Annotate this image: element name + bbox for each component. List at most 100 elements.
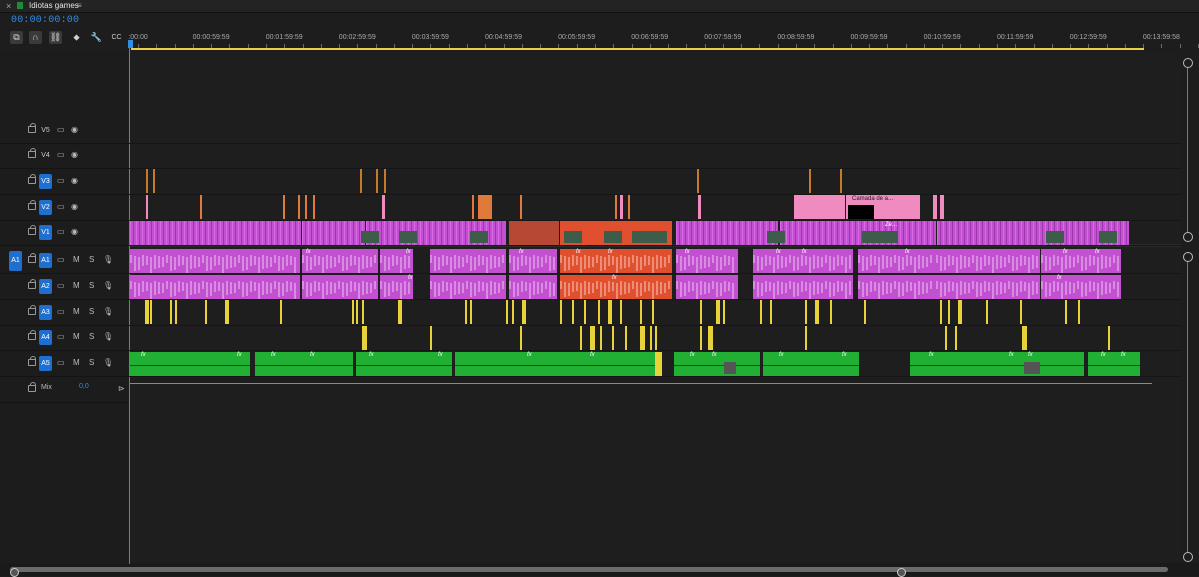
eye-icon[interactable]: ◉	[71, 202, 78, 212]
clip-v2-orange-slim[interactable]	[615, 195, 617, 219]
clip-a3-slim[interactable]	[465, 300, 467, 324]
clip-a4-slim[interactable]	[590, 326, 595, 350]
clip-v1-thumbnail[interactable]	[632, 231, 650, 243]
clip-a4-slim[interactable]	[708, 326, 713, 350]
clip-a4-slim[interactable]	[955, 326, 957, 350]
add-marker-icon[interactable]: ⬥	[70, 31, 83, 44]
sync-lock-icon[interactable]: ▭	[57, 227, 65, 237]
clip-a3-slim[interactable]	[716, 300, 720, 324]
eye-icon[interactable]: ◉	[71, 227, 78, 237]
solo-button[interactable]: S	[89, 358, 94, 368]
video-track-lane-v2[interactable]	[128, 195, 1181, 221]
nest-icon[interactable]: ⧉	[10, 31, 23, 44]
scroll-thumb[interactable]	[10, 567, 1168, 577]
work-area-bar[interactable]	[131, 48, 1144, 50]
mute-button[interactable]: M	[73, 358, 80, 368]
clip-v2-orange-slim[interactable]	[305, 195, 307, 219]
mute-button[interactable]: M	[73, 332, 80, 342]
clip-v2-slim[interactable]	[382, 195, 385, 219]
clip-v2-orange-slim[interactable]	[313, 195, 315, 219]
clip-v2-orange-slim[interactable]	[628, 195, 630, 219]
clip-a4-slim[interactable]	[520, 326, 522, 350]
clip-v2-orange-slim[interactable]	[472, 195, 474, 219]
clip-a5[interactable]	[130, 352, 250, 376]
solo-button[interactable]: S	[89, 281, 94, 291]
clip-a5[interactable]	[255, 352, 353, 376]
video-track-lane-v5[interactable]	[128, 118, 1181, 144]
clip-a2[interactable]	[676, 275, 738, 299]
clip-v3-slim[interactable]	[809, 169, 811, 193]
clip-a1[interactable]	[130, 249, 300, 273]
lock-icon[interactable]	[28, 305, 36, 315]
clip-a4-slim[interactable]	[1108, 326, 1110, 350]
sync-lock-icon[interactable]: ▭	[57, 202, 65, 212]
track-target-a3[interactable]: A3	[39, 305, 52, 320]
clip-a3-slim[interactable]	[584, 300, 586, 324]
sync-lock-icon[interactable]: ▭	[57, 332, 65, 342]
clip-v2-orange-slim[interactable]	[283, 195, 285, 219]
mute-button[interactable]: M	[73, 281, 80, 291]
clip-v1-thumbnail[interactable]	[862, 231, 880, 243]
lock-icon[interactable]	[28, 253, 36, 263]
voiceover-mic-icon[interactable]: 🎙	[103, 358, 113, 368]
clip-a3-slim[interactable]	[572, 300, 574, 324]
sync-lock-icon[interactable]: ▭	[57, 358, 65, 368]
clip-v2-orange-slim[interactable]	[520, 195, 522, 219]
clip-a3-slim[interactable]	[512, 300, 514, 324]
clip-a3-slim[interactable]	[522, 300, 526, 324]
clip-v3-slim[interactable]	[376, 169, 378, 193]
mute-button[interactable]: M	[73, 307, 80, 317]
clip-a4-slim[interactable]	[655, 326, 657, 350]
snap-magnet-icon[interactable]: ∩	[29, 31, 42, 44]
track-target-a4[interactable]: A4	[39, 330, 52, 345]
track-target-v4[interactable]: V4	[39, 148, 52, 163]
clip-a3-slim[interactable]	[640, 300, 642, 324]
clip-a3-slim[interactable]	[150, 300, 152, 324]
clip-a3-slim[interactable]	[608, 300, 612, 324]
clip-v1-thumbnail[interactable]	[604, 231, 622, 243]
captions-icon[interactable]: CC	[110, 31, 123, 44]
clip-a4-slim[interactable]	[580, 326, 582, 350]
voiceover-mic-icon[interactable]: 🎙	[103, 281, 113, 291]
tab-menu-icon[interactable]: ≡	[77, 0, 82, 12]
clip-a3-slim[interactable]	[175, 300, 177, 324]
track-target-v1[interactable]: V1	[39, 225, 52, 240]
eye-icon[interactable]: ◉	[71, 176, 78, 186]
clip-a4-slim[interactable]	[430, 326, 432, 350]
clip-a3-slim[interactable]	[145, 300, 149, 324]
clip-a5-transition2[interactable]	[1024, 362, 1040, 374]
sync-lock-icon[interactable]: ▭	[57, 255, 65, 265]
clip-a5-yellow[interactable]	[655, 352, 662, 376]
track-target-v5[interactable]: V5	[39, 123, 52, 138]
clip-a5[interactable]	[455, 352, 511, 376]
clip-a3-slim[interactable]	[356, 300, 358, 324]
clip-a3-slim[interactable]	[398, 300, 402, 324]
clip-a4-slim[interactable]	[362, 326, 367, 350]
sync-lock-icon[interactable]: ▭	[57, 150, 65, 160]
voiceover-mic-icon[interactable]: 🎙	[103, 332, 113, 342]
clip-a1[interactable]	[509, 249, 557, 273]
lock-icon[interactable]	[28, 382, 36, 392]
clip-a4-slim[interactable]	[600, 326, 602, 350]
clip-a5[interactable]	[674, 352, 760, 376]
clip-a3-slim[interactable]	[1065, 300, 1067, 324]
video-vertical-scrollbar[interactable]	[1182, 56, 1194, 242]
video-track-lane-v4[interactable]	[128, 143, 1181, 169]
clip-a3-slim[interactable]	[830, 300, 832, 324]
mix-end-icon[interactable]: ⊳	[118, 384, 125, 394]
clip-a4-slim[interactable]	[640, 326, 645, 350]
sync-lock-icon[interactable]: ▭	[57, 125, 65, 135]
clip-a3-slim[interactable]	[864, 300, 866, 324]
clip-a3-slim[interactable]	[225, 300, 229, 324]
clip-a4-slim[interactable]	[805, 326, 807, 350]
eye-icon[interactable]: ◉	[71, 150, 78, 160]
clip-a2[interactable]	[430, 275, 506, 299]
video-track-lane-v3[interactable]	[128, 169, 1181, 195]
playhead-handle[interactable]	[128, 40, 133, 48]
clip-a3-slim[interactable]	[770, 300, 772, 324]
sync-lock-icon[interactable]: ▭	[57, 176, 65, 186]
clip-v1-thumbnail[interactable]	[649, 231, 667, 243]
lock-icon[interactable]	[28, 356, 36, 366]
playhead-timecode[interactable]: 00:00:00:00	[11, 15, 79, 26]
clip-a1[interactable]	[936, 249, 1040, 273]
